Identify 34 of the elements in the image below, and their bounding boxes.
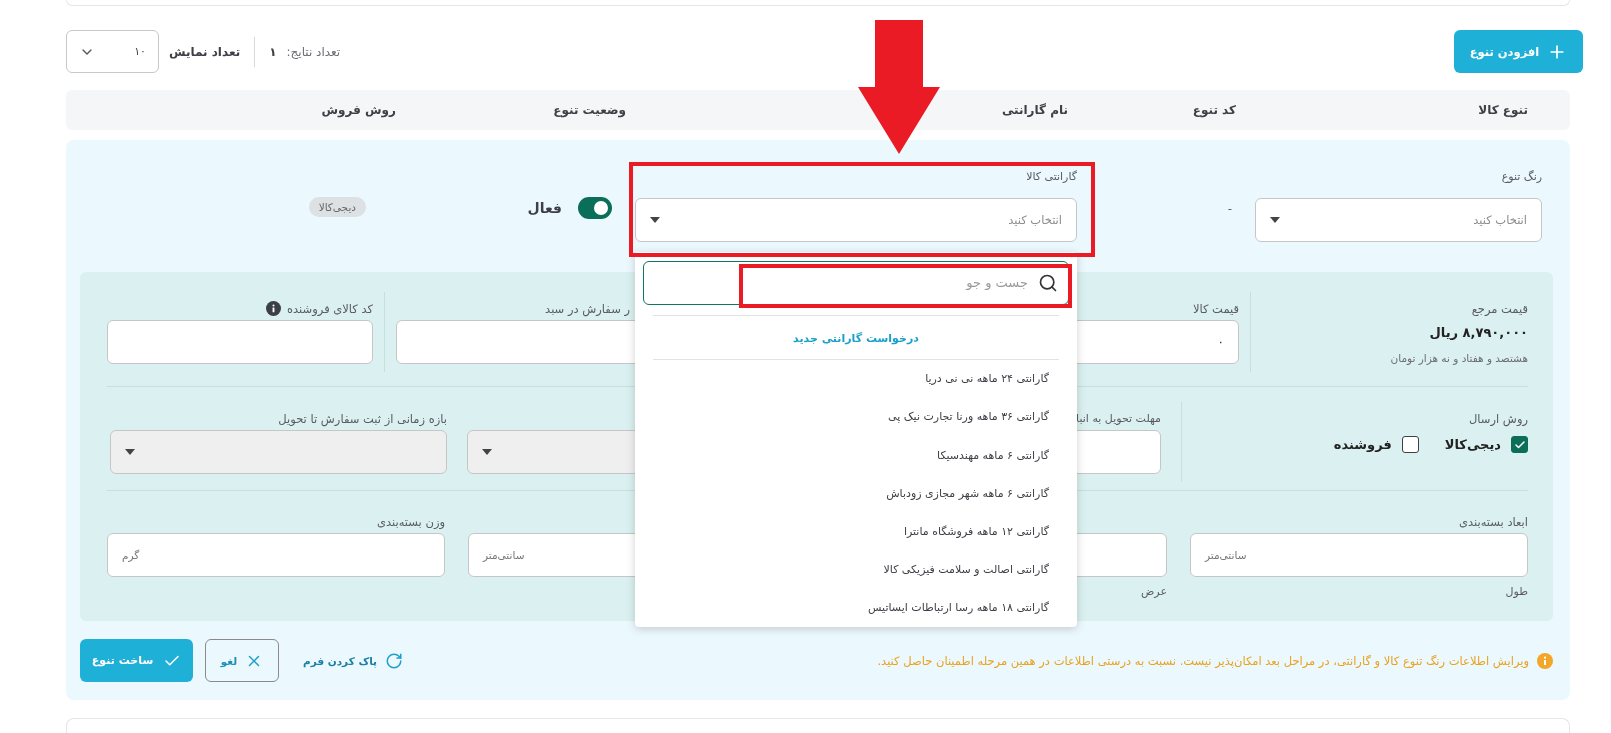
column-header: کد تنوع bbox=[1192, 103, 1236, 117]
sales-method-badge: دیجی‌کالا bbox=[308, 197, 366, 217]
placeholder: انتخاب کنید bbox=[1008, 213, 1062, 227]
field-label: گارانتی کالا bbox=[1025, 169, 1077, 185]
price-in-words: هشتصد و هفتاد و نه هزار تومان bbox=[1390, 352, 1528, 364]
column-header: نام گارانتی bbox=[1001, 103, 1068, 117]
field-label: روش ارسال bbox=[1468, 410, 1528, 429]
field-label: قیمت مرجع bbox=[1471, 300, 1528, 318]
page-size-label: تعداد نمایش bbox=[169, 44, 241, 59]
column-header: تنوع کالا bbox=[1478, 103, 1528, 117]
field-label: ر سفارش در سبد bbox=[545, 300, 630, 319]
column-header: وضعیت تنوع bbox=[553, 103, 626, 117]
field-label: مهلت تحویل به انبا bbox=[1076, 410, 1161, 427]
field-caption: عرض bbox=[1141, 585, 1167, 598]
checkbox-label: فروشنده bbox=[1333, 437, 1392, 452]
reference-price: ۸,۷۹۰,۰۰۰ ریال bbox=[1429, 325, 1528, 340]
field-caption: طول bbox=[1505, 585, 1528, 598]
field-label: وزن بسته‌بندی bbox=[377, 513, 445, 531]
field-label: بازه زمانی از ثبت سفارش تا تحویل bbox=[278, 410, 447, 429]
field-label: ابعاد بسته‌بندی bbox=[1458, 513, 1528, 531]
unit-label: سانتی‌متر bbox=[1205, 549, 1247, 561]
column-header: روش فروش bbox=[321, 103, 396, 117]
checkbox-label: دیجی‌کالا bbox=[1444, 437, 1501, 452]
placeholder: انتخاب کنید bbox=[1473, 213, 1527, 227]
field-label: رنگ تنوع bbox=[1500, 169, 1542, 185]
results-label: تعداد نتایج: bbox=[286, 44, 341, 59]
variant-code: - bbox=[1227, 202, 1232, 216]
unit-label: گرم bbox=[122, 549, 140, 561]
field-label: کد کالای فروشنده bbox=[287, 300, 373, 317]
results-count: ۱ bbox=[269, 44, 277, 59]
notice-text: ویرایش اطلاعات رنگ تنوع کالا و گارانتی، در مراحل بعد امکان‌پذیر نیست. نسبت به درستی اطلاعات در همین مرحله اطمینان حاصل کنید. bbox=[877, 653, 1529, 668]
status-label: فعال bbox=[527, 200, 562, 216]
unit-label: سانتی‌متر bbox=[483, 549, 525, 561]
field-label: قیمت کالا bbox=[1192, 300, 1239, 318]
